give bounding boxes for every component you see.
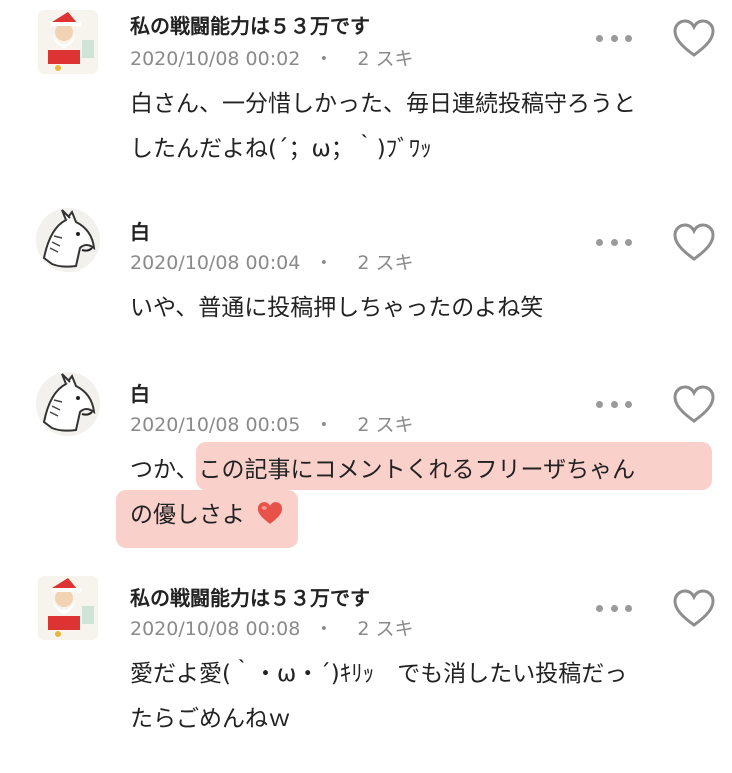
- wolf-avatar-icon: [36, 208, 100, 272]
- author-name[interactable]: 白: [130, 378, 150, 407]
- more-options-icon[interactable]: [596, 399, 632, 409]
- comment-line: の優しさよ: [130, 493, 710, 538]
- more-options-icon[interactable]: [596, 33, 632, 43]
- santa-avatar-icon: [38, 576, 98, 640]
- like-count[interactable]: 2 スキ: [357, 618, 413, 640]
- like-count[interactable]: 2 スキ: [357, 48, 413, 70]
- comment-line: いや、普通に投稿押しちゃったのよね笑: [130, 295, 544, 321]
- wolf-avatar-icon: [36, 372, 100, 436]
- avatar[interactable]: [38, 576, 98, 640]
- comment-line-text: の優しさよ: [130, 502, 245, 528]
- more-options-icon[interactable]: [596, 603, 632, 613]
- comment-body: つか、この記事にコメントくれるフリーザちゃん の優しさよ: [130, 448, 710, 538]
- avatar[interactable]: [36, 372, 100, 436]
- comment-date: 2020/10/08 00:08: [130, 618, 301, 640]
- comment-date: 2020/10/08 00:05: [130, 414, 301, 436]
- comment-body: いや、普通に投稿押しちゃったのよね笑: [130, 286, 710, 331]
- separator: ・: [314, 48, 334, 70]
- avatar[interactable]: [38, 10, 98, 74]
- comment-line: 愛だよ愛(｀・ω・´)ｷﾘｯ でも消したい投稿だっ: [130, 661, 628, 687]
- separator: ・: [314, 252, 334, 274]
- comment-body: 愛だよ愛(｀・ω・´)ｷﾘｯ でも消したい投稿だっ たらごめんねｗ: [130, 652, 710, 742]
- comment-line: つか、この記事にコメントくれるフリーザちゃん: [130, 457, 636, 483]
- like-count[interactable]: 2 スキ: [357, 414, 413, 436]
- comment-line: 白さん、一分惜しかった、毎日連続投稿守ろうと: [130, 91, 636, 117]
- santa-avatar-icon: [38, 10, 98, 74]
- author-name[interactable]: 白: [130, 216, 150, 245]
- heart-icon[interactable]: [672, 384, 716, 424]
- comment-meta: 2020/10/08 00:05 ・ 2 スキ: [130, 410, 413, 437]
- heart-icon[interactable]: [672, 222, 716, 262]
- comment-line: したんだよね(´；ω；｀)ﾌﾞﾜｯ: [130, 136, 432, 162]
- heart-icon[interactable]: [672, 18, 716, 58]
- more-options-icon[interactable]: [596, 237, 632, 247]
- comment-body: 白さん、一分惜しかった、毎日連続投稿守ろうと したんだよね(´；ω；｀)ﾌﾞﾜｯ: [130, 82, 710, 172]
- comment-meta: 2020/10/08 00:04 ・ 2 スキ: [130, 248, 413, 275]
- comment-line: たらごめんねｗ: [130, 706, 291, 732]
- like-count[interactable]: 2 スキ: [357, 252, 413, 274]
- heart-icon[interactable]: [672, 588, 716, 628]
- red-heart-emoji-icon: [258, 502, 283, 524]
- comment-date: 2020/10/08 00:02: [130, 48, 301, 70]
- comment-date: 2020/10/08 00:04: [130, 252, 301, 274]
- comment-meta: 2020/10/08 00:02 ・ 2 スキ: [130, 44, 413, 71]
- separator: ・: [314, 618, 334, 640]
- author-name[interactable]: 私の戦闘能力は５３万です: [130, 10, 370, 39]
- author-name[interactable]: 私の戦闘能力は５３万です: [130, 582, 370, 611]
- comment-meta: 2020/10/08 00:08 ・ 2 スキ: [130, 614, 413, 641]
- separator: ・: [314, 414, 334, 436]
- avatar[interactable]: [36, 208, 100, 272]
